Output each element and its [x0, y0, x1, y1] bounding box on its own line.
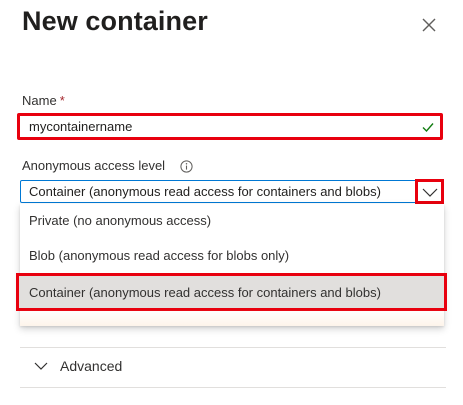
option-label: Blob (anonymous read access for blobs on… [29, 248, 290, 263]
page-title: New container [22, 6, 208, 36]
chevron-down-icon [34, 362, 48, 370]
close-icon [422, 18, 436, 32]
chevron-down-icon [422, 188, 438, 197]
option-blob[interactable]: Blob (anonymous read access for blobs on… [20, 239, 444, 274]
container-name-input[interactable]: mycontainername [17, 113, 443, 140]
access-level-selected-value: Container (anonymous read access for con… [29, 184, 381, 199]
info-icon[interactable] [180, 160, 193, 173]
access-level-label: Anonymous access level [22, 158, 166, 173]
access-level-select[interactable]: Container (anonymous read access for con… [20, 180, 444, 203]
advanced-label: Advanced [60, 358, 123, 374]
required-marker: * [59, 93, 65, 108]
divider [20, 387, 446, 388]
advanced-section-toggle[interactable]: Advanced [20, 348, 446, 386]
access-level-dropdown-toggle[interactable] [415, 179, 444, 204]
option-container[interactable]: Container (anonymous read access for con… [16, 273, 447, 311]
name-label: Name * [22, 93, 65, 108]
option-label: Private (no anonymous access) [29, 213, 212, 228]
option-label: Container (anonymous read access for con… [29, 285, 381, 300]
check-icon [422, 123, 434, 133]
access-level-dropdown-list: Private (no anonymous access) Blob (anon… [16, 204, 447, 326]
close-button[interactable] [418, 14, 440, 36]
name-label-text: Name [22, 93, 57, 108]
container-name-value: mycontainername [29, 119, 133, 134]
dropdown-shadow [20, 310, 444, 326]
option-private[interactable]: Private (no anonymous access) [20, 204, 444, 239]
